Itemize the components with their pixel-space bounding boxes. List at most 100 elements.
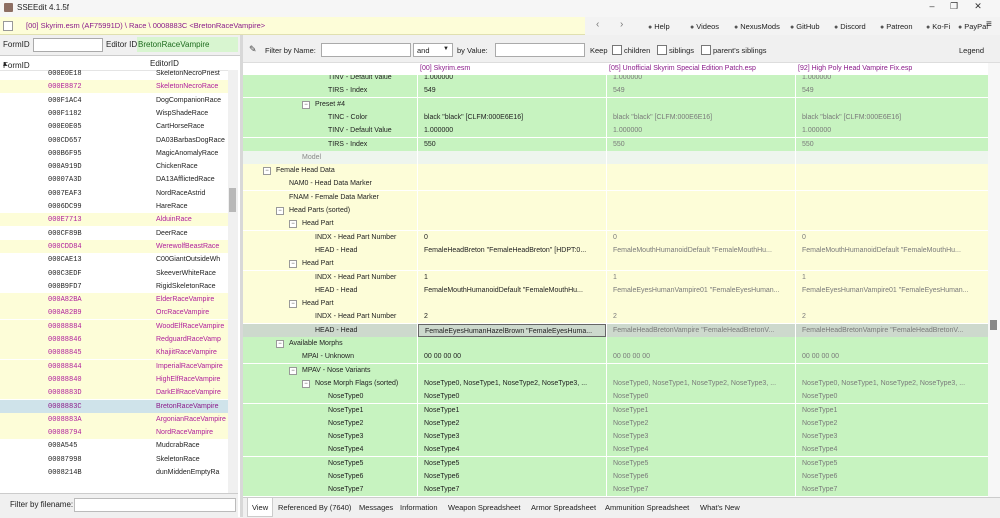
value-cell[interactable] bbox=[418, 297, 606, 311]
value-cell[interactable]: NoseType0, NoseType1, NoseType2, NoseTyp… bbox=[418, 376, 606, 390]
formid-input[interactable] bbox=[33, 38, 103, 52]
value-cell[interactable]: 549 bbox=[796, 84, 988, 98]
value-cell[interactable]: 549 bbox=[607, 84, 795, 98]
list-item[interactable]: 00088845 KhajiitRaceVampire bbox=[0, 346, 228, 360]
value-cell[interactable]: FemaleEyesHumanVampire01 "FemaleEyesHuma… bbox=[796, 283, 988, 297]
list-item[interactable]: 00088840 HighElfRaceVampire bbox=[0, 372, 228, 386]
help-link[interactable]: ● Help bbox=[648, 22, 670, 31]
tab-armor-spreadsheet[interactable]: Armor Spreadsheet bbox=[531, 503, 596, 512]
list-item[interactable]: 0008883C BretonRaceVampire bbox=[0, 399, 228, 413]
value-cell[interactable]: NoseType3 bbox=[607, 430, 795, 444]
table-row[interactable]: NoseType0 NoseType0 NoseType0 NoseType0 bbox=[243, 390, 988, 405]
list-item[interactable]: 00088794 NordRaceVampire bbox=[0, 426, 228, 440]
left-scroll-thumb[interactable] bbox=[229, 188, 236, 212]
value-cell[interactable]: NoseType0 bbox=[796, 390, 988, 404]
collapse-icon[interactable]: − bbox=[302, 379, 310, 388]
value-cell[interactable] bbox=[418, 337, 606, 350]
value-cell[interactable]: 2 bbox=[796, 310, 988, 324]
value-cell[interactable] bbox=[418, 164, 606, 178]
table-row[interactable]: − Nose Morph Flags (sorted) NoseType0, Nos… bbox=[243, 376, 988, 391]
value-cell[interactable]: NoseType3 bbox=[796, 430, 988, 444]
right-scrollbar[interactable] bbox=[988, 63, 1000, 499]
table-row[interactable]: FNAM - Female Data Marker bbox=[243, 190, 988, 205]
value-cell[interactable]: 549 bbox=[418, 84, 606, 98]
table-row[interactable]: NoseType3 NoseType3 NoseType3 NoseType3 bbox=[243, 430, 988, 445]
list-item[interactable]: 000E8872 SkeletonNecroRace bbox=[0, 80, 228, 94]
list-item[interactable]: 000CD657 DA03BarbasDogRace bbox=[0, 134, 228, 147]
value-cell[interactable]: 550 bbox=[796, 137, 988, 151]
value-cell[interactable]: 1.000000 bbox=[796, 75, 988, 84]
value-cell[interactable] bbox=[418, 190, 606, 204]
value-cell[interactable] bbox=[607, 190, 795, 204]
value-cell[interactable]: black "black" [CLFM:000E6E16] bbox=[796, 110, 988, 124]
value-cell[interactable] bbox=[607, 217, 795, 231]
table-row[interactable]: − Available Morphs bbox=[243, 337, 988, 351]
value-cell[interactable]: 1 bbox=[607, 270, 795, 284]
list-item[interactable]: 00088884 WoodElfRaceVampire bbox=[0, 319, 228, 333]
value-cell[interactable]: FemaleMouthHumanoidDefault "FemaleMouthH… bbox=[796, 243, 988, 257]
value-cell[interactable]: NoseType0, NoseType1, NoseType2, NoseTyp… bbox=[796, 376, 988, 390]
value-cell[interactable] bbox=[418, 217, 606, 231]
list-item[interactable]: 00088844 ImperialRaceVampire bbox=[0, 359, 228, 373]
table-row[interactable]: NoseType2 NoseType2 NoseType2 NoseType2 bbox=[243, 416, 988, 431]
value-cell[interactable]: 1.000000 bbox=[418, 124, 606, 138]
menu-icon[interactable]: ≡ bbox=[986, 19, 992, 30]
table-row[interactable]: NoseType5 NoseType5 NoseType5 NoseType5 bbox=[243, 456, 988, 471]
value-cell[interactable]: NoseType1 bbox=[607, 403, 795, 417]
value-cell[interactable]: NoseType0 bbox=[607, 390, 795, 404]
col-editorid-header[interactable]: EditorID bbox=[150, 59, 179, 68]
value-cell[interactable]: NoseType2 bbox=[607, 416, 795, 430]
list-item[interactable]: 000A82B9 OrcRaceVampire bbox=[0, 306, 228, 320]
list-item[interactable]: 00007A3D DA13AfflictedRace bbox=[0, 173, 228, 186]
value-cell[interactable]: 00 00 00 00 bbox=[607, 350, 795, 364]
table-row[interactable]: − Head Part bbox=[243, 217, 988, 232]
value-cell[interactable] bbox=[796, 363, 988, 377]
value-cell[interactable]: 1.000000 bbox=[418, 75, 606, 84]
value-cell[interactable]: 00 00 00 00 bbox=[796, 350, 988, 364]
list-item[interactable]: 000A82BA ElderRaceVampire bbox=[0, 293, 228, 307]
table-row[interactable]: NoseType6 NoseType6 NoseType6 NoseType6 bbox=[243, 470, 988, 484]
list-item[interactable]: 000E0E05 CartHorseRace bbox=[0, 120, 228, 133]
value-cell[interactable] bbox=[607, 297, 795, 311]
children-checkbox[interactable] bbox=[612, 45, 622, 55]
value-cell[interactable]: 550 bbox=[418, 137, 606, 151]
value-cell[interactable]: black "black" [CLFM:000E6E16] bbox=[418, 110, 606, 124]
value-cell[interactable] bbox=[607, 363, 795, 377]
value-cell[interactable]: 0 bbox=[607, 230, 795, 244]
table-row[interactable]: HEAD - Head FemaleEyesHumanHazelBrown "Fe… bbox=[243, 323, 988, 338]
value-cell[interactable]: NoseType1 bbox=[796, 403, 988, 417]
value-cell[interactable] bbox=[607, 164, 795, 178]
value-cell[interactable]: NoseType4 bbox=[418, 443, 606, 457]
table-row[interactable]: TINV - Default Value 1.000000 1.000000 1.00… bbox=[243, 124, 988, 139]
close-button[interactable]: ✕ bbox=[966, 1, 990, 12]
list-item[interactable]: 000C3EDF SkeeverWhiteRace bbox=[0, 267, 228, 280]
table-row[interactable]: Model bbox=[243, 150, 988, 165]
and-select[interactable]: and ▼ bbox=[413, 43, 453, 57]
value-cell[interactable] bbox=[607, 177, 795, 191]
value-cell[interactable]: FemaleEyesHumanVampire01 "FemaleEyesHuma… bbox=[607, 283, 795, 297]
value-cell[interactable]: NoseType0, NoseType1, NoseType2, NoseTyp… bbox=[607, 376, 795, 390]
tab-weapon-spreadsheet[interactable]: Weapon Spreadsheet bbox=[448, 503, 520, 512]
value-cell[interactable] bbox=[418, 363, 606, 377]
collapse-icon[interactable]: − bbox=[276, 207, 284, 215]
value-cell[interactable]: NoseType6 bbox=[607, 470, 795, 483]
list-item[interactable]: 00087998 SkeletonRace bbox=[0, 453, 228, 466]
paypal-link[interactable]: ● PayPal bbox=[958, 22, 988, 31]
legend-button[interactable]: Legend bbox=[959, 46, 984, 55]
table-row[interactable]: − MPAV - Nose Variants bbox=[243, 363, 988, 378]
value-cell[interactable]: 00 00 00 00 bbox=[418, 350, 606, 364]
value-cell[interactable]: NoseType7 bbox=[796, 483, 988, 497]
list-item[interactable]: 000CF89B DeerRace bbox=[0, 227, 228, 240]
list-item[interactable]: 000B9FD7 RigidSkeletonRace bbox=[0, 280, 228, 293]
value-cell[interactable]: 1.000000 bbox=[607, 124, 795, 138]
value-cell[interactable] bbox=[418, 97, 606, 111]
value-cell[interactable]: NoseType5 bbox=[607, 456, 795, 470]
value-cell[interactable] bbox=[796, 177, 988, 191]
value-cell[interactable]: NoseType2 bbox=[796, 416, 988, 430]
list-item[interactable]: 000F1AC4 DogCompanionRace bbox=[0, 94, 228, 107]
table-row[interactable]: INDX - Head Part Number 1 1 1 bbox=[243, 270, 988, 285]
table-row[interactable]: NoseType1 NoseType1 NoseType1 NoseType1 bbox=[243, 403, 988, 418]
list-item[interactable]: 0007EAF3 NordRaceAstrid bbox=[0, 187, 228, 200]
value-cell[interactable]: NoseType5 bbox=[418, 456, 606, 470]
col-skyrim-esm[interactable]: [00] Skyrim.esm bbox=[420, 65, 470, 72]
